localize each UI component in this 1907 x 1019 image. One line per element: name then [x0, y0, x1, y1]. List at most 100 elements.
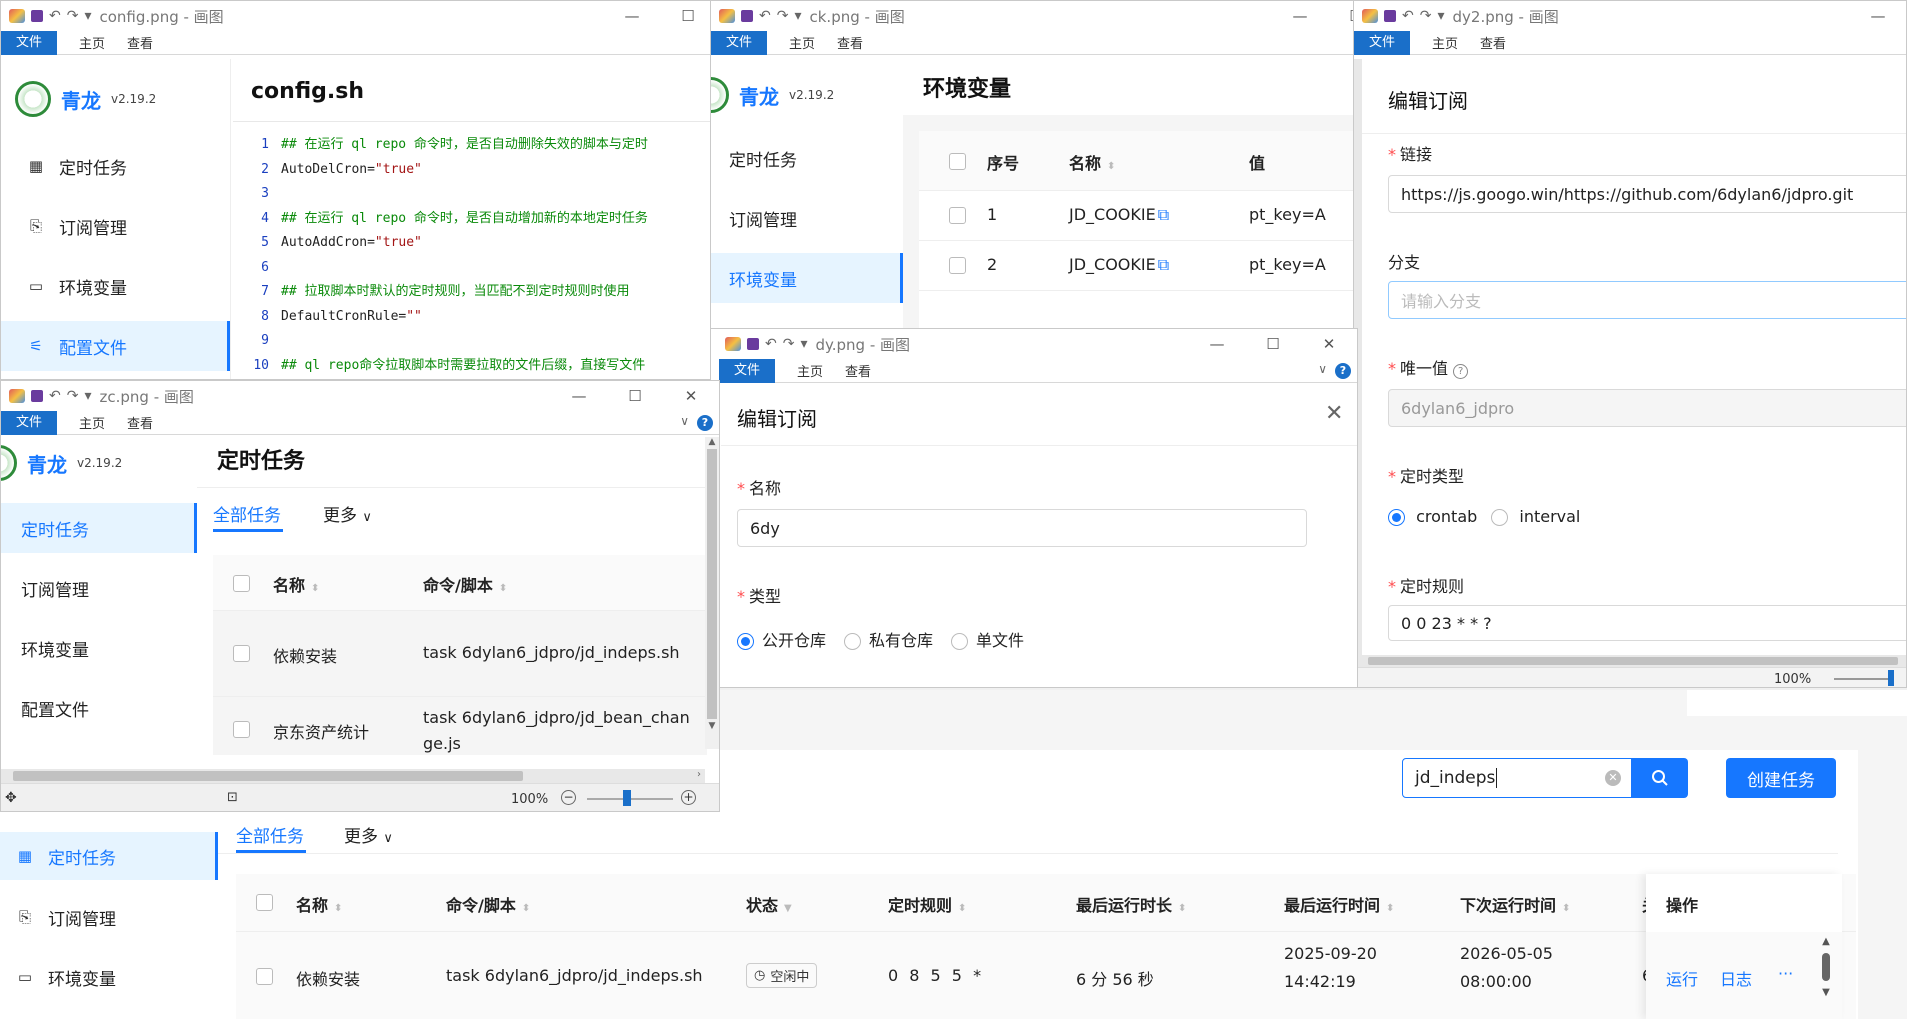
- row-checkbox[interactable]: [949, 257, 966, 274]
- zc-tab-more[interactable]: 更多 ∨: [323, 501, 372, 526]
- zc-tab-all[interactable]: 全部任务: [213, 501, 281, 526]
- row-checkbox[interactable]: [233, 721, 250, 738]
- task-command-link[interactable]: task 6dylan6_jdpro/jd_indeps.sh: [446, 966, 703, 985]
- select-all-checkbox[interactable]: [233, 575, 250, 592]
- table-row[interactable]: 1 JD_COOKIE ⧉ pt_key=A: [919, 191, 1354, 241]
- col-next-run[interactable]: 下次运行时间 ⬍: [1460, 892, 1570, 916]
- scroll-up-icon[interactable]: ▲: [705, 437, 719, 447]
- file-menu[interactable]: 文件: [719, 358, 775, 383]
- ck-menu-tasks[interactable]: 定时任务: [711, 133, 903, 183]
- select-all-checkbox[interactable]: [949, 153, 966, 170]
- table-row[interactable]: 2 JD_COOKIE ⧉ pt_key=A: [919, 241, 1354, 291]
- maximize-button[interactable]: ☐: [660, 7, 716, 25]
- horizontal-scrollbar[interactable]: [1354, 655, 1906, 667]
- tab-more[interactable]: 更多 ∨: [344, 822, 393, 847]
- minimize-button[interactable]: —: [1189, 335, 1245, 353]
- maximize-button[interactable]: ☐: [607, 387, 663, 405]
- clear-icon[interactable]: ✕: [1605, 770, 1621, 786]
- col-last-duration[interactable]: 最后运行时长 ⬍: [1076, 892, 1186, 916]
- chevron-down-icon[interactable]: ∨: [680, 414, 689, 428]
- col-name[interactable]: 名称 ⬍: [296, 892, 342, 916]
- save-icon[interactable]: [31, 10, 43, 22]
- col-name[interactable]: 名称 ⬍: [1069, 150, 1115, 174]
- branch-field[interactable]: 请输入分支: [1388, 281, 1906, 319]
- link-field[interactable]: https://js.googo.win/https://github.com/…: [1388, 175, 1906, 213]
- col-command[interactable]: 命令/脚本 ⬍: [446, 892, 530, 916]
- search-box[interactable]: jd_indeps ✕: [1402, 758, 1632, 798]
- customize-icon[interactable]: ▾: [1437, 8, 1444, 24]
- undo-icon[interactable]: ↶: [1402, 8, 1414, 24]
- row-checkbox[interactable]: [233, 645, 250, 662]
- minimize-button[interactable]: —: [1850, 7, 1906, 25]
- close-button[interactable]: ✕: [1301, 335, 1357, 353]
- zc-menu-subscriptions[interactable]: 订阅管理: [1, 563, 197, 613]
- task-name-link[interactable]: 依赖安装: [296, 966, 360, 990]
- help-icon[interactable]: ?: [697, 415, 713, 431]
- code-editor[interactable]: 1 ## 在运行 ql repo 命令时，是否自动删除失效的脚本与定时 2 AutoD…: [245, 137, 716, 379]
- zc-row-1[interactable]: 依赖安装 task 6dylan6_jdpro/jd_indeps.sh: [213, 611, 707, 697]
- zc-vscroll[interactable]: ▲ ▼: [705, 437, 719, 749]
- radio-public[interactable]: 公开仓库: [737, 627, 826, 651]
- undo-icon[interactable]: ↶: [759, 8, 771, 24]
- view-tab[interactable]: 查看: [845, 361, 871, 380]
- col-cron[interactable]: 定时规则 ⬍: [888, 892, 966, 916]
- undo-icon[interactable]: ↶: [765, 336, 777, 352]
- config-menu-tasks[interactable]: ▦ 定时任务: [1, 141, 230, 191]
- col-status[interactable]: 状态 ▼: [746, 892, 792, 916]
- radio-interval[interactable]: interval: [1491, 507, 1580, 526]
- select-all-checkbox[interactable]: [256, 894, 273, 911]
- minimize-button[interactable]: —: [1272, 7, 1328, 25]
- redo-icon[interactable]: ↷: [777, 8, 789, 24]
- scroll-down-icon[interactable]: ▼: [705, 721, 719, 731]
- home-tab[interactable]: 主页: [79, 33, 105, 52]
- zoom-slider[interactable]: [1834, 678, 1894, 680]
- file-menu[interactable]: 文件: [1, 410, 57, 435]
- radio-private[interactable]: 私有仓库: [844, 627, 933, 651]
- tab-all-tasks[interactable]: 全部任务: [236, 822, 304, 847]
- zoom-in-icon[interactable]: +: [681, 790, 696, 805]
- view-tab[interactable]: 查看: [1480, 33, 1506, 52]
- zc-menu-config[interactable]: 配置文件: [1, 683, 197, 733]
- search-input[interactable]: jd_indeps: [1415, 768, 1495, 788]
- view-tab[interactable]: 查看: [127, 33, 153, 52]
- redo-icon[interactable]: ↷: [1420, 8, 1432, 24]
- save-icon[interactable]: [741, 10, 753, 22]
- main-menu-tasks[interactable]: ▦ 定时任务: [0, 832, 218, 880]
- home-tab[interactable]: 主页: [79, 413, 105, 432]
- zoom-thumb[interactable]: [1888, 670, 1894, 686]
- row-checkbox[interactable]: [256, 968, 273, 985]
- vertical-scrollbar[interactable]: ▲ ▼: [1820, 936, 1832, 1019]
- config-menu-env[interactable]: ▭ 环境变量: [1, 261, 230, 311]
- zoom-out-icon[interactable]: −: [561, 790, 576, 805]
- file-menu[interactable]: 文件: [1354, 30, 1410, 55]
- chevron-down-icon[interactable]: ∨: [1318, 362, 1327, 376]
- zoom-thumb[interactable]: [623, 790, 631, 806]
- minimize-button[interactable]: —: [551, 387, 607, 405]
- close-icon[interactable]: ✕: [1325, 401, 1343, 426]
- run-action[interactable]: 运行: [1666, 966, 1698, 990]
- home-tab[interactable]: 主页: [797, 361, 823, 380]
- scroll-right-icon[interactable]: ›: [697, 769, 701, 780]
- zc-hscroll[interactable]: ›: [1, 769, 705, 783]
- customize-icon[interactable]: ▾: [794, 8, 801, 24]
- save-icon[interactable]: [747, 338, 759, 350]
- table-row[interactable]: 依赖安装 task 6dylan6_jdpro/jd_indeps.sh ◷ 空闲…: [236, 932, 1856, 1019]
- home-tab[interactable]: 主页: [1432, 33, 1458, 52]
- minimize-button[interactable]: —: [604, 7, 660, 25]
- create-task-button[interactable]: 创建任务: [1726, 758, 1836, 798]
- scroll-up-icon[interactable]: ▲: [1820, 936, 1832, 947]
- save-icon[interactable]: [31, 390, 43, 402]
- zc-menu-env[interactable]: 环境变量: [1, 623, 197, 673]
- row-checkbox[interactable]: [949, 207, 966, 224]
- radio-crontab[interactable]: crontab: [1388, 507, 1477, 526]
- config-menu-config[interactable]: ⚟ 配置文件: [1, 321, 230, 371]
- home-tab[interactable]: 主页: [789, 33, 815, 52]
- search-button[interactable]: [1632, 758, 1688, 798]
- help-circle-icon[interactable]: ?: [1453, 364, 1469, 379]
- redo-icon[interactable]: ↷: [67, 8, 79, 24]
- view-tab[interactable]: 查看: [837, 33, 863, 52]
- undo-icon[interactable]: ↶: [49, 388, 61, 404]
- col-last-run[interactable]: 最后运行时间 ⬍: [1284, 892, 1394, 916]
- ck-menu-subscriptions[interactable]: 订阅管理: [711, 193, 903, 243]
- redo-icon[interactable]: ↷: [783, 336, 795, 352]
